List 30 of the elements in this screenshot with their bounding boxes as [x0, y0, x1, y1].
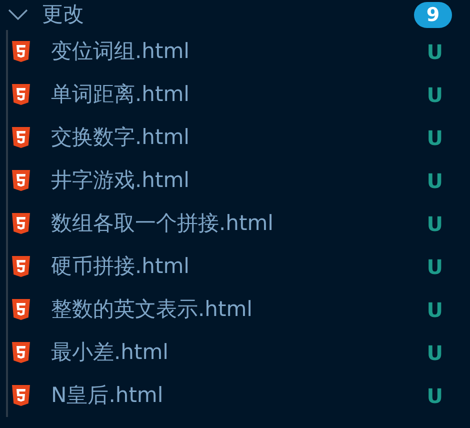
html5-icon [12, 84, 30, 106]
git-status: U [426, 38, 443, 66]
git-status: U [426, 254, 443, 280]
html5-icon [12, 384, 30, 406]
section-title: 更改 [42, 1, 84, 28]
file-name[interactable]: 最小差.html [51, 336, 169, 368]
html5-icon [12, 298, 30, 320]
file-name[interactable]: 交换数字.html [51, 122, 190, 154]
file-name[interactable]: N皇后.html [51, 380, 164, 412]
git-status: U [426, 340, 443, 366]
html5-icon [12, 256, 30, 278]
git-status: U [426, 82, 443, 108]
git-status: U [426, 124, 443, 152]
git-status: U [426, 210, 443, 238]
file-name[interactable]: 数组各取一个拼接.html [51, 208, 274, 240]
git-status: U [426, 296, 443, 324]
html5-icon [12, 126, 30, 148]
file-name[interactable]: 硬币拼接.html [51, 250, 190, 282]
html5-icon [12, 40, 30, 62]
html5-icon [12, 170, 30, 192]
chevron-down-icon[interactable] [8, 9, 28, 21]
count-badge: 9 [414, 2, 452, 28]
file-name[interactable]: 单词距离.html [51, 78, 190, 110]
git-status: U [426, 382, 443, 410]
git-status: U [426, 168, 443, 194]
file-name[interactable]: 井字游戏.html [51, 164, 190, 196]
file-name[interactable]: 整数的英文表示.html [51, 294, 253, 326]
html5-icon [12, 212, 30, 234]
file-name[interactable]: 变位词组.html [51, 36, 190, 68]
html5-icon [12, 342, 30, 364]
